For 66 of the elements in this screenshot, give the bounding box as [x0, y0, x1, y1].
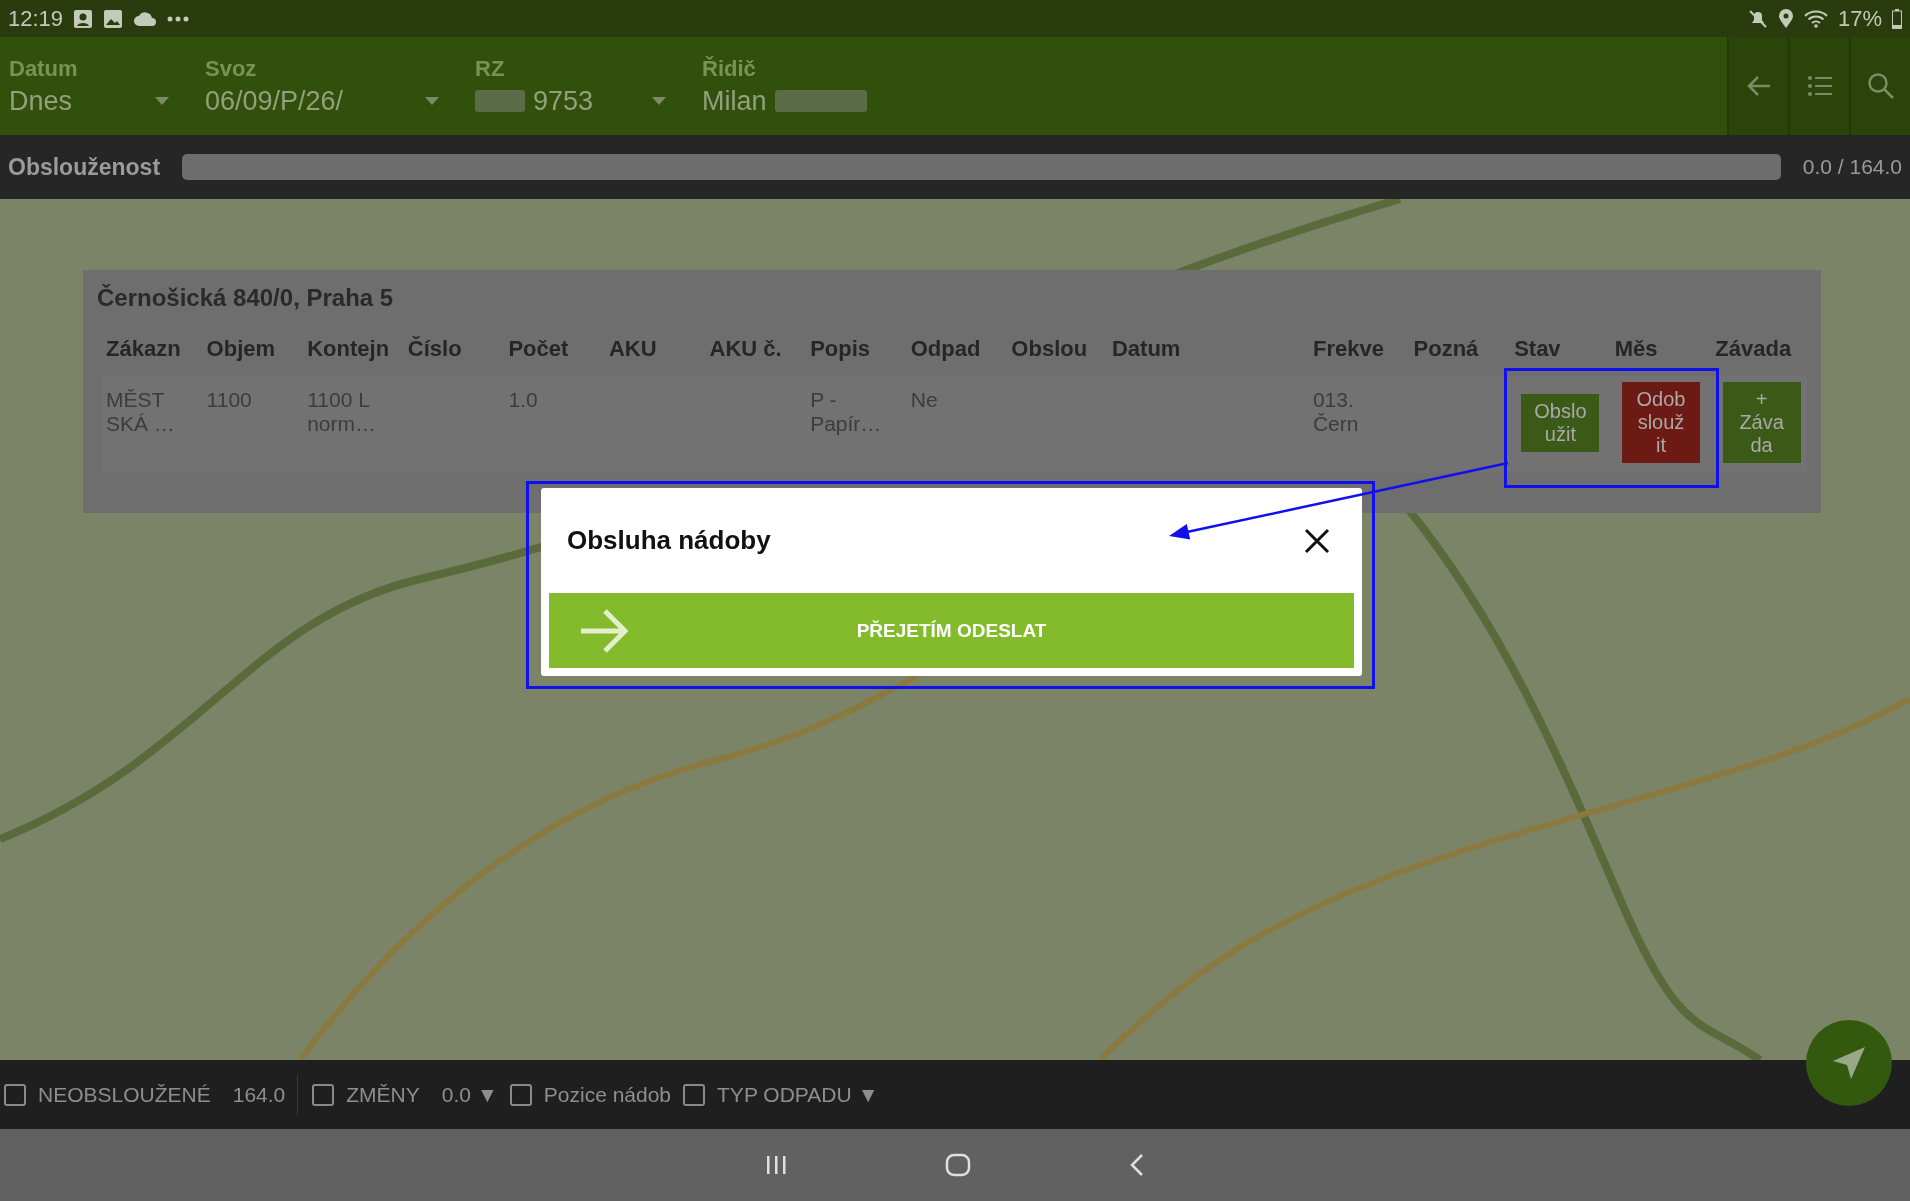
column-header: Stav: [1513, 335, 1561, 363]
column-header: Počet: [507, 335, 569, 363]
list-icon: [1806, 75, 1833, 97]
column-header: Objem: [205, 335, 276, 363]
filter-value: 0.0: [441, 1082, 471, 1107]
back-arrow-icon: [1745, 74, 1772, 98]
navigation-arrow-icon: [1831, 1045, 1867, 1081]
battery-icon: [1892, 8, 1902, 29]
wifi-icon: [1803, 9, 1828, 28]
filter-label: TYP ODPADU: [717, 1082, 852, 1107]
contact-icon: [73, 8, 94, 29]
action-button[interactable]: + Záva da: [1722, 382, 1801, 463]
column-header: Kontejn: [306, 335, 390, 363]
action-button[interactable]: Odob slouž it: [1622, 382, 1700, 463]
caret-icon[interactable]: [425, 97, 439, 105]
mute-icon: [1747, 8, 1768, 29]
arrow-right-icon: [579, 606, 631, 655]
column-header: Popis: [809, 335, 871, 363]
battery-percent: 17%: [1837, 5, 1882, 32]
column-header: AKU č.: [708, 335, 782, 363]
field-label: Datum: [9, 55, 78, 82]
field-label: RZ: [475, 55, 505, 82]
image-icon: [103, 8, 124, 29]
recent-apps-icon: [765, 1154, 787, 1176]
column-header: Zákazn: [105, 335, 181, 363]
column-header: Číslo: [406, 335, 462, 363]
dropdown-caret[interactable]: ▼: [477, 1082, 498, 1107]
checkbox[interactable]: [683, 1083, 706, 1106]
filter-label: NEOBSLOUŽENÉ: [38, 1082, 211, 1107]
cloud-icon: [133, 10, 158, 27]
dropdown-value[interactable]: Dnes: [9, 85, 73, 117]
column-header: Frekve: [1311, 335, 1384, 363]
search-icon: [1866, 72, 1895, 100]
back-chevron-icon: [1129, 1153, 1145, 1177]
progress-label: Obslouženost: [8, 153, 161, 181]
caret-icon[interactable]: [652, 97, 666, 105]
home-icon: [945, 1153, 971, 1177]
column-header: Měs: [1613, 335, 1658, 363]
dropdown-value[interactable]: 9753: [533, 85, 594, 117]
column-header: Datum: [1110, 335, 1181, 363]
progress-reading: 0.0 / 164.0: [1802, 155, 1902, 179]
dropdown-value[interactable]: Milan: [702, 85, 767, 117]
checkbox[interactable]: [312, 1083, 335, 1106]
dialog-title: Obsluha nádoby: [567, 525, 771, 556]
column-header: AKU: [607, 335, 657, 363]
column-header: Závada: [1714, 335, 1792, 363]
redacted-block: [475, 90, 525, 112]
swipe-send-button[interactable]: PŘEJETÍM ODESLAT: [549, 593, 1354, 668]
filter-value: 164.0: [232, 1082, 286, 1107]
caret-icon[interactable]: [155, 97, 169, 105]
checkbox[interactable]: [509, 1083, 532, 1106]
column-header: Odpad: [909, 335, 981, 363]
filter-label: Pozice nádob: [543, 1082, 672, 1107]
more-icon: [167, 15, 190, 22]
checkbox[interactable]: [4, 1083, 26, 1106]
dropdown-value[interactable]: 06/09/P/26/: [205, 85, 344, 117]
location-icon: [1777, 8, 1794, 29]
field-label: Řidič: [702, 55, 756, 82]
filter-label: ZMĚNY: [346, 1082, 420, 1107]
column-header: Pozná: [1412, 335, 1479, 363]
field-label: Svoz: [205, 55, 257, 82]
clock: 12:19: [8, 5, 64, 32]
action-button[interactable]: Obslo užit: [1521, 393, 1600, 452]
dropdown-caret[interactable]: ▼: [857, 1082, 879, 1107]
column-header: Obslou: [1010, 335, 1088, 363]
address-title: Černošická 840/0, Praha 5: [97, 284, 394, 312]
